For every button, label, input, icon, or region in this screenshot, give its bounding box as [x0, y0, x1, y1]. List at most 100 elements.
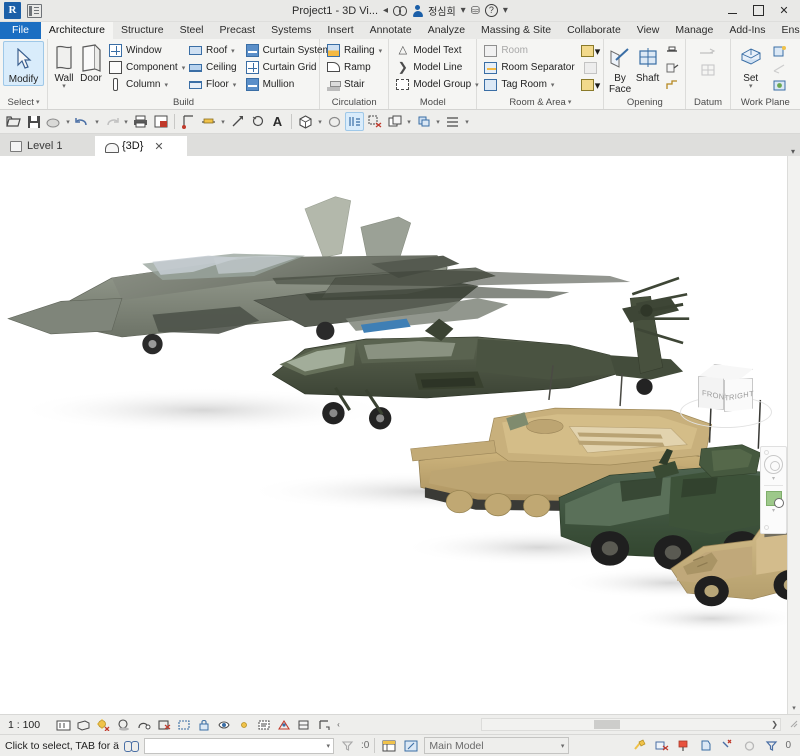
- section-icon[interactable]: [248, 112, 267, 131]
- tab-collaborate[interactable]: Collaborate: [559, 22, 629, 39]
- model-line-button[interactable]: ❯ Model Line: [392, 59, 481, 76]
- model-group-button[interactable]: Model Group ▾: [392, 76, 481, 93]
- window-button[interactable]: Window: [105, 42, 183, 59]
- canvas-vertical-scrollbar[interactable]: ▾: [787, 156, 800, 714]
- revit-logo-icon[interactable]: R: [4, 2, 21, 19]
- roof-dropdown-arrow-icon[interactable]: ▾: [231, 47, 235, 55]
- select-pinned-icon[interactable]: [741, 738, 758, 754]
- user-dropdown-arrow-icon[interactable]: ▾: [461, 5, 466, 16]
- wall-opening-button[interactable]: [662, 43, 682, 59]
- properties-panel-icon[interactable]: [380, 738, 397, 754]
- view-control-overflow-icon[interactable]: ‹: [337, 720, 340, 729]
- rendering-dialog-icon[interactable]: [135, 717, 152, 733]
- constraints-icon[interactable]: [295, 717, 312, 733]
- workset-selector[interactable]: Main Model ▾: [424, 737, 570, 754]
- aligned-dimension-icon[interactable]: [199, 112, 218, 131]
- tag-room-dropdown-arrow-icon[interactable]: ▾: [551, 81, 555, 89]
- tag-area-dropdown-arrow-icon[interactable]: ▾: [595, 79, 601, 92]
- qat-overflow-arrow-icon[interactable]: ▾: [463, 118, 471, 126]
- horizontal-scrollbar[interactable]: ❯: [481, 718, 781, 731]
- floor-button[interactable]: Floor ▾: [185, 76, 240, 93]
- railing-button[interactable]: Railing ▾: [323, 42, 385, 59]
- tab-analyze[interactable]: Analyze: [420, 22, 473, 39]
- dimension-dropdown-arrow-icon[interactable]: ▾: [219, 118, 227, 126]
- floor-dropdown-arrow-icon[interactable]: ▾: [233, 81, 237, 89]
- navigation-bar[interactable]: ▾ ▾: [760, 446, 787, 534]
- redo-icon[interactable]: [102, 112, 121, 131]
- show-work-plane-button[interactable]: [770, 43, 790, 59]
- temporary-view-properties-icon[interactable]: [255, 717, 272, 733]
- workset-dropdown-arrow-icon[interactable]: ▾: [561, 742, 565, 750]
- tag-room-button[interactable]: Tag Room ▾: [480, 76, 578, 93]
- export-icon[interactable]: [151, 112, 170, 131]
- tab-enscape[interactable]: Enscape™: [774, 22, 800, 39]
- roof-button[interactable]: Roof ▾: [185, 42, 240, 59]
- measure-icon[interactable]: [179, 112, 198, 131]
- open-folder-icon[interactable]: [4, 112, 23, 131]
- show-crop-region-icon[interactable]: [175, 717, 192, 733]
- ceiling-button[interactable]: Ceiling: [185, 59, 240, 76]
- quick-access-customize-icon[interactable]: [27, 3, 42, 18]
- canvas-scroll-down-arrow-icon[interactable]: ▾: [788, 704, 800, 712]
- close-button[interactable]: ✕: [771, 1, 797, 21]
- analytical-model-icon[interactable]: [275, 717, 292, 733]
- help-dropdown-arrow-icon[interactable]: ▾: [503, 5, 508, 16]
- area-button[interactable]: ▾: [580, 43, 600, 59]
- tab-file[interactable]: File: [0, 22, 41, 39]
- view-tab-3d[interactable]: {3D} ✕: [95, 136, 187, 156]
- tab-systems[interactable]: Systems: [263, 22, 319, 39]
- drawing-canvas[interactable]: FRONT RIGHT N ▾ ▾ @bimcity ▾: [0, 156, 800, 714]
- user-name-label[interactable]: 정심희: [428, 3, 456, 18]
- wall-dropdown-arrow-icon[interactable]: ▾: [62, 83, 66, 90]
- crop-view-icon[interactable]: [155, 717, 172, 733]
- sun-path-icon[interactable]: [95, 717, 112, 733]
- save-icon[interactable]: [24, 112, 43, 131]
- viewer-work-plane-button[interactable]: [770, 77, 790, 93]
- set-dropdown-arrow-icon[interactable]: ▾: [749, 83, 753, 90]
- door-button[interactable]: Door: [79, 41, 103, 84]
- tab-annotate[interactable]: Annotate: [362, 22, 420, 39]
- detail-level-icon[interactable]: [55, 717, 72, 733]
- panel-select-title[interactable]: Select ▾: [3, 96, 44, 109]
- steering-wheel-icon[interactable]: [764, 455, 783, 474]
- steering-wheel-dropdown-arrow-icon[interactable]: ▾: [772, 475, 775, 482]
- switch-windows-dropdown-arrow-icon[interactable]: ▾: [405, 118, 413, 126]
- tile-windows-dropdown-arrow-icon[interactable]: ▾: [434, 118, 442, 126]
- visual-style-icon[interactable]: [75, 717, 92, 733]
- view-tab-level-1[interactable]: Level 1: [0, 136, 95, 156]
- project-browser-icon[interactable]: [402, 738, 419, 754]
- ref-plane-button[interactable]: [770, 60, 790, 76]
- tab-view[interactable]: View: [629, 22, 668, 39]
- default-3d-view-icon[interactable]: [296, 112, 315, 131]
- print-icon[interactable]: [131, 112, 150, 131]
- view-cube[interactable]: FRONT RIGHT N: [676, 356, 776, 446]
- text-icon[interactable]: A: [268, 112, 287, 131]
- user-interface-icon[interactable]: [443, 112, 462, 131]
- select-links-icon[interactable]: [719, 738, 736, 754]
- panel-room-area-title[interactable]: Room & Area ▾: [480, 96, 600, 109]
- tab-architecture[interactable]: Architecture: [40, 22, 113, 39]
- wall-button[interactable]: Wall ▾: [51, 41, 77, 90]
- shopping-cart-icon[interactable]: ⛁: [471, 4, 480, 17]
- 3d-view-dropdown-arrow-icon[interactable]: ▾: [316, 118, 324, 126]
- zoom-dropdown-arrow-icon[interactable]: ▾: [772, 507, 775, 514]
- reveal-constraints-icon[interactable]: [315, 717, 332, 733]
- dormer-opening-button[interactable]: [662, 77, 682, 93]
- active-workset-icon[interactable]: [675, 738, 692, 754]
- save-as-cloud-icon[interactable]: [44, 112, 63, 131]
- tab-insert[interactable]: Insert: [319, 22, 361, 39]
- modify-button[interactable]: Modify: [3, 41, 44, 86]
- room-button[interactable]: Room: [480, 42, 578, 59]
- lock-3d-view-icon[interactable]: [195, 717, 212, 733]
- redo-dropdown-arrow-icon[interactable]: ▾: [122, 118, 130, 126]
- stair-button[interactable]: Stair: [323, 76, 385, 93]
- editable-only-icon[interactable]: [697, 738, 714, 754]
- view-tab-overflow-arrow-icon[interactable]: ▾: [791, 147, 800, 156]
- vertical-opening-button[interactable]: [662, 60, 682, 76]
- tag-area-button[interactable]: ▾: [580, 77, 600, 93]
- tab-precast[interactable]: Precast: [212, 22, 264, 39]
- exclude-options-icon[interactable]: [653, 738, 670, 754]
- grid-button[interactable]: [699, 63, 717, 80]
- room-separator-button[interactable]: Room Separator: [480, 59, 578, 76]
- temporary-hide-isolate-icon[interactable]: [215, 717, 232, 733]
